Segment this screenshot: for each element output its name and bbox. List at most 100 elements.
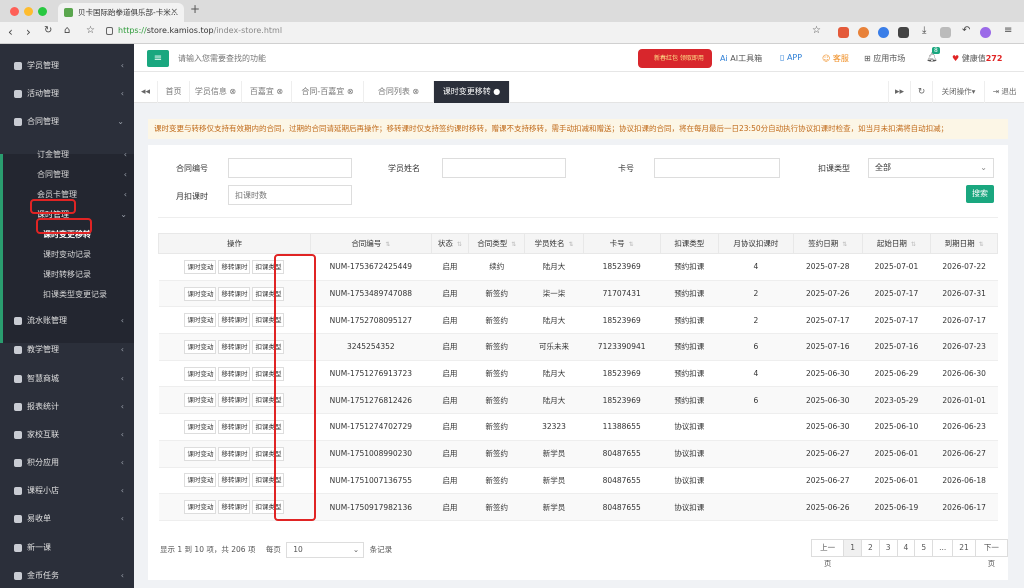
sidebar-item-lesson-transfer-log[interactable]: 课时转移记录 [3,265,137,284]
refresh-icon[interactable]: ↻ [910,81,932,103]
tab-close-icon[interactable]: ⊗ [412,87,419,96]
sidebar-item-lesson-change-log[interactable]: 课时变动记录 [3,245,137,264]
sidebar-item-new-lesson[interactable]: 新一课 [0,538,134,558]
sidebar-item-deposit[interactable]: 订金管理 ‹ [3,145,137,164]
sidebar-item-teaching[interactable]: 教学管理 ‹ [0,340,134,360]
page-button[interactable]: 1 [843,539,862,557]
transfer-lesson-button[interactable]: 移转课时 [218,473,251,488]
lesson-change-button[interactable]: 课时变动 [184,419,217,434]
extension-purple-icon[interactable] [980,27,991,38]
tab-close-icon[interactable]: ⊗ [347,87,354,96]
tab-lesson-transfer[interactable]: 课时变更移转 ● [434,81,510,103]
sidebar-item-students[interactable]: 学员管理 ‹ [0,56,134,76]
extension-game-icon[interactable] [838,27,849,38]
app-market-link[interactable]: ⊞ 应用市场 [864,53,905,64]
lesson-change-button[interactable]: 课时变动 [184,366,217,381]
per-page-select[interactable]: 10 ⌄ [286,542,365,558]
browser-tab[interactable]: 贝卡国际跆拳道俱乐部-卡米… × [58,3,184,22]
tab-close-icon[interactable]: ⊗ [229,87,236,96]
extension-orange-icon[interactable] [858,27,869,38]
sidebar-item-points[interactable]: 积分应用 ‹ [0,453,134,473]
sidebar-item-ledger[interactable]: 流水账管理 ‹ [0,311,134,331]
page-button[interactable]: 2 [860,539,880,557]
prev-page-button[interactable]: 上一页 [811,539,845,568]
logout-button[interactable]: ⇥ 退出 [984,81,1024,103]
monthly-deduct-input[interactable] [228,185,352,205]
lesson-change-button[interactable]: 课时变动 [184,259,217,274]
col-header-contract-no[interactable]: 合同编号 ⇅ [309,233,432,254]
close-window-button[interactable] [10,7,19,16]
transfer-lesson-button[interactable]: 移转课时 [218,313,251,328]
new-tab-button[interactable]: + [190,2,200,16]
service-link[interactable]: ☺ 客服 [822,53,849,64]
close-ops-dropdown[interactable]: 关闭操作▾ [932,81,984,103]
tab-contract-baijiayi[interactable]: 合同-百嘉宜 ⊗ [292,81,364,103]
sidebar-item-activities[interactable]: 活动管理 ‹ [0,84,134,104]
col-header-student-name[interactable]: 学员姓名 ⇅ [524,233,584,254]
deduct-type-select[interactable]: 全部 ⌄ [868,158,994,178]
feature-search-input[interactable] [178,49,418,67]
sidebar-item-payments[interactable]: 易收单 ‹ [0,509,134,529]
card-no-input[interactable] [654,158,780,178]
transfer-lesson-button[interactable]: 移转课时 [218,500,251,515]
col-header-status[interactable]: 状态 ⇅ [430,233,470,254]
lesson-change-button[interactable]: 课时变动 [184,286,217,301]
menu-icon[interactable]: ≡ [1004,25,1012,36]
undo-icon[interactable]: ↶ [962,25,970,36]
close-tab-icon[interactable]: × [170,3,178,22]
forward-icon[interactable]: › [26,25,31,39]
col-header-card-no[interactable]: 卡号 ⇅ [582,233,661,254]
promo-banner[interactable]: 新春红包 领取即用 [638,49,712,68]
lesson-change-button[interactable]: 课时变动 [184,313,217,328]
sidebar-item-contract-manage[interactable]: 合同管理 ‹ [3,165,137,184]
transfer-lesson-button[interactable]: 移转课时 [218,446,251,461]
camera-icon[interactable] [898,27,909,38]
maximize-window-button[interactable] [38,7,47,16]
transfer-lesson-button[interactable]: 移转课时 [218,339,251,354]
transfer-lesson-button[interactable]: 移转课时 [218,259,251,274]
contract-no-input[interactable] [228,158,352,178]
page-button[interactable]: 3 [878,539,898,557]
menu-toggle-button[interactable]: ≡ [147,50,169,67]
transfer-lesson-button[interactable]: 移转课时 [218,366,251,381]
col-header-sign-date[interactable]: 签约日期 ⇅ [792,233,863,254]
bookmark-star-icon[interactable]: ☆ [86,25,95,36]
page-button[interactable]: 5 [914,539,934,557]
minimize-window-button[interactable] [24,7,33,16]
transfer-lesson-button[interactable]: 移转课时 [218,393,251,408]
back-icon[interactable]: ‹ [8,25,13,39]
lesson-change-button[interactable]: 课时变动 [184,393,217,408]
sidebar-item-reports[interactable]: 报表统计 ‹ [0,397,134,417]
sidebar-item-mall[interactable]: 智慧商城 ‹ [0,369,134,389]
tabs-scroll-left-icon[interactable]: ◂◂ [134,81,158,103]
sidebar-item-contracts[interactable]: 合同管理 ⌄ [0,112,134,132]
health-link[interactable]: ♥ 健康值272 [952,53,1002,64]
sidebar-item-deduct-type-log[interactable]: 扣课类型变更记录 [3,285,137,304]
extension-blue-icon[interactable] [878,27,889,38]
transfer-lesson-button[interactable]: 移转课时 [218,286,251,301]
col-header-start-date[interactable]: 起始日期 ⇅ [861,233,932,254]
tab-contract-list[interactable]: 合同列表 ⊗ [364,81,434,103]
scissors-icon[interactable] [940,27,951,38]
lesson-change-button[interactable]: 课时变动 [184,446,217,461]
reload-icon[interactable]: ↻ [44,25,52,36]
url-field[interactable]: https://store.kamios.top/index-store.htm… [118,26,282,35]
search-button[interactable]: 搜索 [966,185,994,203]
tabs-scroll-right-icon[interactable]: ▸▸ [888,81,910,103]
lesson-change-button[interactable]: 课时变动 [184,473,217,488]
tab-home[interactable]: 首页 [158,81,190,103]
tab-close-icon[interactable]: ⊗ [276,87,283,96]
tab-close-icon[interactable]: ● [493,87,500,96]
sidebar-item-course-shop[interactable]: 课程小店 ‹ [0,481,134,501]
page-button[interactable]: 21 [952,539,976,557]
student-name-input[interactable] [442,158,566,178]
tab-student-info[interactable]: 学员信息 ⊗ [190,81,242,103]
tab-baijiayi[interactable]: 百嘉宜 ⊗ [242,81,292,103]
app-link[interactable]: ▯ APP [780,53,802,62]
download-icon[interactable]: ⤓ [922,25,926,36]
home-icon[interactable]: ⌂ [64,25,70,36]
col-header-end-date[interactable]: 到期日期 ⇅ [930,233,998,254]
sidebar-item-coin-tasks[interactable]: 金币任务 ‹ [0,566,134,586]
next-page-button[interactable]: 下一页 [974,539,1008,568]
ai-tools-link[interactable]: Ai AI工具箱 [720,53,762,64]
